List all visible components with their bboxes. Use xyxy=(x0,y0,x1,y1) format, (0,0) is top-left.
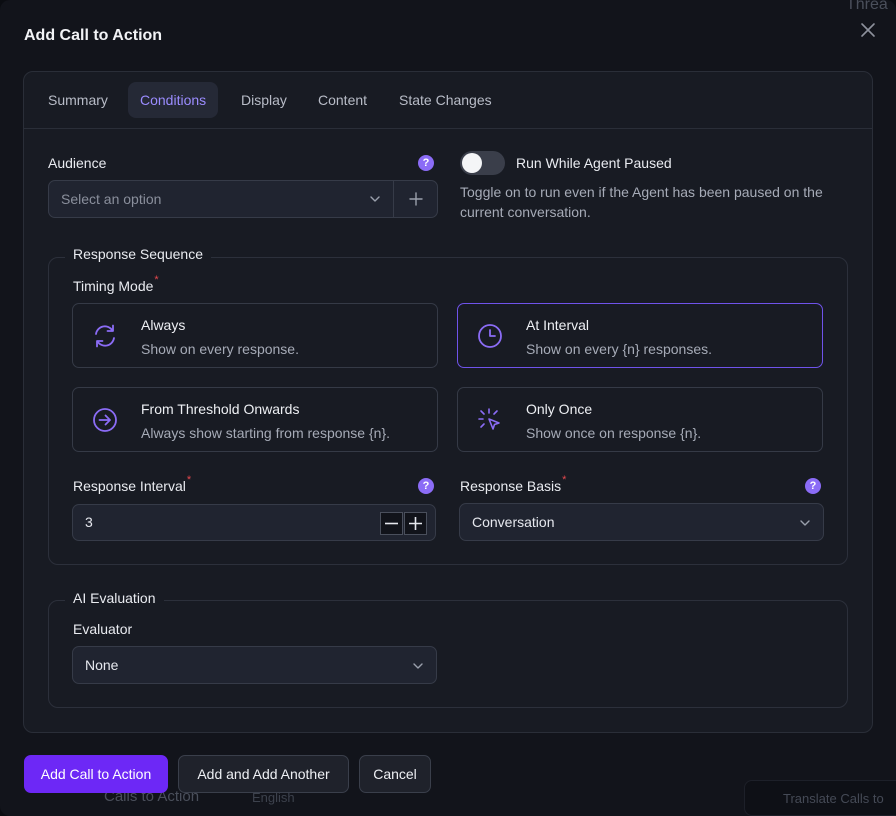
option-description: Show on every {n} responses. xyxy=(526,341,713,357)
option-title: From Threshold Onwards xyxy=(141,401,300,417)
chevron-down-icon xyxy=(413,663,423,669)
clock-icon xyxy=(478,324,502,348)
close-icon xyxy=(861,23,875,37)
plus-icon xyxy=(409,192,423,206)
close-button[interactable] xyxy=(858,20,878,40)
add-audience-button[interactable] xyxy=(393,181,437,217)
plus-icon xyxy=(409,517,422,530)
increment-button[interactable] xyxy=(404,512,427,535)
response-basis-label: Response Basis* xyxy=(460,474,567,494)
response-interval-help-icon[interactable]: ? xyxy=(418,478,434,494)
response-interval-input[interactable]: 3 xyxy=(72,504,436,541)
audience-help-icon[interactable]: ? xyxy=(418,155,434,171)
cancel-button[interactable]: Cancel xyxy=(359,755,431,793)
chevron-down-icon xyxy=(370,196,380,202)
tab-state-changes[interactable]: State Changes xyxy=(387,82,504,118)
evaluator-select[interactable]: None xyxy=(72,646,437,684)
response-basis-select[interactable]: Conversation xyxy=(459,503,824,541)
minus-icon xyxy=(385,522,398,525)
audience-placeholder: Select an option xyxy=(61,191,162,207)
tab-bar: Summary Conditions Display Content State… xyxy=(24,72,872,129)
option-description: Show on every response. xyxy=(141,341,299,357)
click-pointer-icon xyxy=(478,408,500,430)
modal-title: Add Call to Action xyxy=(24,27,163,44)
option-title: At Interval xyxy=(526,317,590,333)
audience-select[interactable]: Select an option xyxy=(49,181,393,217)
arrow-right-circle-icon xyxy=(93,408,117,432)
required-mark: * xyxy=(154,274,159,286)
tab-summary[interactable]: Summary xyxy=(36,82,120,118)
audience-label: Audience xyxy=(48,155,107,171)
option-description: Show once on response {n}. xyxy=(526,425,702,441)
timing-option-at-interval[interactable]: At Interval Show on every {n} responses. xyxy=(457,303,823,368)
run-while-paused-description: Toggle on to run even if the Agent has b… xyxy=(460,184,823,220)
option-title: Always xyxy=(141,317,186,333)
chevron-down-icon xyxy=(800,520,810,526)
response-basis-help-icon[interactable]: ? xyxy=(805,478,821,494)
response-basis-value: Conversation xyxy=(472,514,555,530)
ai-evaluation-legend: AI Evaluation xyxy=(65,590,164,606)
conditions-panel: Summary Conditions Display Content State… xyxy=(23,71,873,733)
toggle-knob xyxy=(462,153,482,173)
evaluator-label: Evaluator xyxy=(73,621,133,637)
response-interval-value: 3 xyxy=(85,514,93,530)
tab-content[interactable]: Content xyxy=(306,82,379,118)
tab-display[interactable]: Display xyxy=(229,82,299,118)
add-and-add-another-button[interactable]: Add and Add Another xyxy=(178,755,349,793)
background-translate-button: Translate Calls to xyxy=(744,780,896,816)
run-while-paused-toggle[interactable] xyxy=(460,151,505,175)
timing-option-from-threshold[interactable]: From Threshold Onwards Always show start… xyxy=(72,387,438,452)
timing-option-always[interactable]: Always Show on every response. xyxy=(72,303,438,368)
response-interval-label: Response Interval* xyxy=(73,474,192,494)
add-cta-modal: Add Call to Action Threa Summary Conditi… xyxy=(0,0,896,816)
audience-field: Select an option xyxy=(48,180,438,218)
evaluator-value: None xyxy=(85,657,119,673)
background-threads-label: Threa xyxy=(846,0,888,13)
timing-mode-label: Timing Mode* xyxy=(73,274,159,294)
response-sequence-legend: Response Sequence xyxy=(65,246,211,262)
option-title: Only Once xyxy=(526,401,593,417)
timing-option-only-once[interactable]: Only Once Show once on response {n}. xyxy=(457,387,823,452)
add-call-to-action-button[interactable]: Add Call to Action xyxy=(24,755,168,793)
refresh-icon xyxy=(95,324,115,348)
decrement-button[interactable] xyxy=(380,512,403,535)
option-description: Always show starting from response {n}. xyxy=(141,425,391,441)
tab-conditions[interactable]: Conditions xyxy=(128,82,219,118)
run-while-paused-label: Run While Agent Paused xyxy=(516,155,672,171)
